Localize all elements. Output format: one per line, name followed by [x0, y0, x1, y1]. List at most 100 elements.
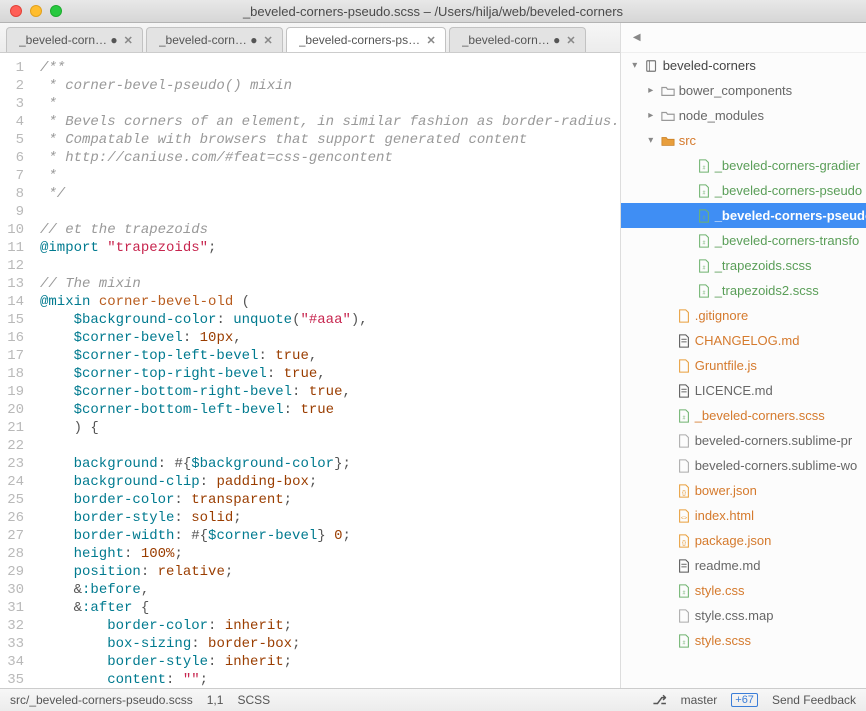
caret-icon[interactable]: ▸: [643, 85, 659, 96]
md-icon: [675, 383, 693, 399]
tree-item[interactable]: #_beveled-corners-pseudo: [621, 203, 866, 228]
minimize-icon[interactable]: [30, 5, 42, 17]
tree-item[interactable]: #style.css: [621, 578, 866, 603]
tree-label: src: [677, 133, 696, 148]
tree-item[interactable]: ▸bower_components: [621, 78, 866, 103]
file-icon: [675, 608, 693, 624]
send-feedback[interactable]: Send Feedback: [772, 693, 856, 707]
tree-item[interactable]: #_trapezoids.scss: [621, 253, 866, 278]
tree-label: CHANGELOG.md: [693, 333, 800, 348]
tree-label: index.html: [693, 508, 754, 523]
js-icon: [675, 358, 693, 374]
svg-text:#: #: [702, 216, 705, 222]
status-path[interactable]: src/_beveled-corners-pseudo.scss: [10, 693, 193, 707]
folder-icon: [659, 108, 677, 124]
tree-item[interactable]: ▸node_modules: [621, 103, 866, 128]
traffic-lights: [0, 5, 62, 17]
tree-label: .gitignore: [693, 308, 748, 323]
css-icon: #: [695, 283, 713, 299]
svg-text:#: #: [702, 191, 705, 197]
maximize-icon[interactable]: [50, 5, 62, 17]
svg-text:{}: {}: [682, 490, 686, 497]
status-pos[interactable]: 1,1: [207, 693, 224, 707]
css-icon: #: [675, 633, 693, 649]
tree-item[interactable]: beveled-corners.sublime-wo: [621, 453, 866, 478]
tab-3[interactable]: _beveled-corn… ●✕: [449, 27, 586, 52]
tree-item[interactable]: Gruntfile.js: [621, 353, 866, 378]
caret-icon[interactable]: ▸: [643, 110, 659, 121]
tree-item[interactable]: LICENCE.md: [621, 378, 866, 403]
line-number: 10: [0, 221, 24, 239]
line-number: 26: [0, 509, 24, 527]
line-number: 1: [0, 59, 24, 77]
tree-item[interactable]: CHANGELOG.md: [621, 328, 866, 353]
line-number: 9: [0, 203, 24, 221]
tree-item[interactable]: #_beveled-corners.scss: [621, 403, 866, 428]
tree-item[interactable]: # _beveled-corners-transfo: [621, 228, 866, 253]
statusbar: src/_beveled-corners-pseudo.scss 1,1 SCS…: [0, 688, 866, 711]
md-icon: [675, 333, 693, 349]
tree-item[interactable]: .gitignore: [621, 303, 866, 328]
line-number: 24: [0, 473, 24, 491]
folder-icon: [659, 83, 677, 99]
close-icon[interactable]: [10, 5, 22, 17]
tree-item[interactable]: {}bower.json: [621, 478, 866, 503]
tree-label: style.scss: [693, 633, 751, 648]
sidebar-toggle[interactable]: ◀: [621, 23, 866, 53]
git-branch[interactable]: master: [681, 693, 718, 707]
chevron-left-icon[interactable]: ◀: [629, 32, 645, 43]
tree-label: _trapezoids2.scss: [713, 283, 819, 298]
status-lang[interactable]: SCSS: [237, 693, 270, 707]
tree-item[interactable]: style.css.map: [621, 603, 866, 628]
tab-label: _beveled-corners-pseudo… ●: [299, 33, 421, 47]
json-icon: {}: [675, 533, 693, 549]
tree-item[interactable]: ▾ src: [621, 128, 866, 153]
line-number: 34: [0, 653, 24, 671]
file-tree: ▾ beveled-corners ▸bower_components▸node…: [621, 53, 866, 688]
css-icon: #: [675, 583, 693, 599]
code-editor[interactable]: 1234567891011121314151617181920212223242…: [0, 53, 620, 688]
line-number: 4: [0, 113, 24, 131]
tree-label: Gruntfile.js: [693, 358, 757, 373]
project-root[interactable]: ▾ beveled-corners: [621, 53, 866, 78]
tab-2[interactable]: _beveled-corners-pseudo… ● ✕: [286, 27, 446, 52]
tree-item[interactable]: <>index.html: [621, 503, 866, 528]
line-number: 21: [0, 419, 24, 437]
tree-label: _beveled-corners-transfo: [713, 233, 860, 248]
titlebar: _beveled-corners-pseudo.scss – /Users/hi…: [0, 0, 866, 23]
tree-label: _trapezoids.scss: [713, 258, 812, 273]
line-number: 12: [0, 257, 24, 275]
line-number: 25: [0, 491, 24, 509]
close-icon[interactable]: ✕: [427, 34, 436, 47]
close-icon[interactable]: ✕: [124, 34, 133, 47]
line-number: 28: [0, 545, 24, 563]
svg-text:#: #: [702, 241, 705, 247]
tab-1[interactable]: _beveled-corn… ●✕: [146, 27, 283, 52]
html-icon: <>: [675, 508, 693, 524]
svg-text:#: #: [702, 166, 705, 172]
close-icon[interactable]: ✕: [566, 34, 575, 47]
line-number: 15: [0, 311, 24, 329]
tree-item[interactable]: #_trapezoids2.scss: [621, 278, 866, 303]
md-icon: [675, 558, 693, 574]
line-number: 35: [0, 671, 24, 688]
tree-item[interactable]: #_beveled-corners-gradier: [621, 153, 866, 178]
tree-item[interactable]: readme.md: [621, 553, 866, 578]
css-icon: #: [675, 408, 693, 424]
tree-item[interactable]: #_beveled-corners-pseudo: [621, 178, 866, 203]
line-number: 29: [0, 563, 24, 581]
svg-text:{}: {}: [682, 540, 686, 547]
tree-item[interactable]: beveled-corners.sublime-pr: [621, 428, 866, 453]
caret-icon[interactable]: ▾: [643, 135, 659, 146]
line-number: 13: [0, 275, 24, 293]
chevron-down-icon[interactable]: ▾: [627, 60, 643, 71]
tree-item[interactable]: {}package.json: [621, 528, 866, 553]
code-content[interactable]: /** * corner-bevel-pseudo() mixin * * Be…: [32, 53, 620, 688]
line-number: 8: [0, 185, 24, 203]
git-diff-badge[interactable]: +67: [731, 693, 758, 707]
project-name: beveled-corners: [661, 58, 756, 73]
line-number: 5: [0, 131, 24, 149]
tab-0[interactable]: _beveled-corn… ●✕: [6, 27, 143, 52]
tree-item[interactable]: #style.scss: [621, 628, 866, 653]
close-icon[interactable]: ✕: [264, 34, 273, 47]
